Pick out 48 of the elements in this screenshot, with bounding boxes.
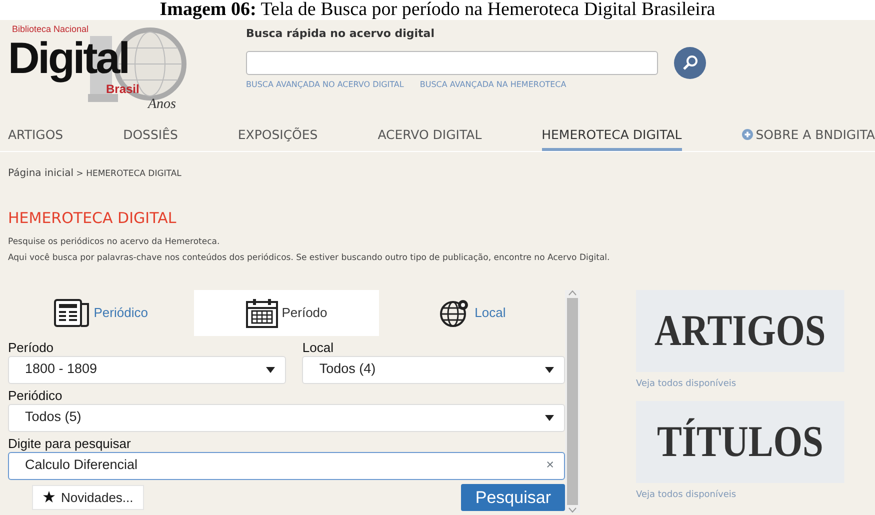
field-label: Periódico [8, 388, 64, 404]
logo-text: Brasil [106, 82, 140, 98]
nav-link[interactable]: SOBRE A BNDIGITA [742, 121, 875, 151]
caret-icon [545, 414, 554, 421]
nav-link[interactable]: EXPOSIÇÕES [238, 121, 318, 151]
field-label: Digite para pesquisar [8, 436, 132, 452]
dropdown-field[interactable]: Todos (4) [302, 356, 565, 384]
intro-text: Aqui você busca por palavras-chave nos conteúdos dos periódicos. Se estiver buscando outro tipo de publicação, encontre no Acervo Digital. [8, 252, 611, 264]
field-label: Período [8, 340, 55, 356]
search-label: Busca rápida no acervo digital [246, 26, 436, 42]
nav-link[interactable]: ACERVO DIGITAL [378, 121, 482, 151]
search-submit-button[interactable]: Pesquisar [461, 484, 565, 511]
newspaper-icon [54, 298, 90, 326]
clear-button[interactable]: × [546, 455, 554, 476]
nav-link[interactable]: DOSSIÊS [123, 121, 178, 151]
globe-icon [438, 298, 471, 328]
logo-text: Anos [148, 96, 176, 114]
search-button[interactable] [674, 46, 706, 78]
scroll-up-icon[interactable] [568, 290, 577, 296]
logo-text: Biblioteca Nacional [12, 24, 89, 35]
search-tab[interactable]: Local [379, 290, 566, 336]
search-input[interactable]: Calculo Diferencial × [8, 452, 565, 480]
search-tab[interactable]: Periódico [8, 290, 194, 336]
acervo-digital-link[interactable]: Acervo Digital [547, 252, 608, 262]
plus-icon [742, 129, 753, 140]
nav-link[interactable]: ARTIGOS [8, 121, 64, 151]
field-label: Local [302, 340, 334, 356]
dropdown-field[interactable]: 1800 - 1809 [8, 356, 286, 384]
search-tab[interactable]: Período [194, 290, 380, 336]
page-title: HEMEROTECA DIGITAL [8, 208, 178, 229]
banner-title[interactable]: ARTIGOS [636, 290, 844, 372]
nav-link[interactable]: HEMEROTECA DIGITAL [542, 121, 682, 151]
scrollbar[interactable] [565, 290, 580, 512]
caret-icon [545, 366, 554, 373]
scroll-down-icon[interactable] [568, 506, 577, 512]
calendar-icon [246, 298, 278, 328]
logo-text: Digital [8, 37, 128, 81]
news-button[interactable]: Novidades... [32, 484, 144, 510]
banner-title[interactable]: TÍTULOS [636, 401, 844, 483]
search-field[interactable] [246, 50, 658, 74]
search-icon [682, 54, 698, 70]
breadcrumb-link[interactable]: Página inicial [8, 168, 74, 179]
breadcrumb-trail: Página inicial > HEMEROTECA DIGITAL [8, 167, 182, 181]
dropdown-field[interactable]: Todos (5) [8, 404, 565, 432]
intro-text: Pesquise os periódicos no acervo da Hemeroteca. [8, 236, 221, 248]
figure-caption: Imagem 06: Tela de Busca por período na Hemeroteca Digital Brasileira [0, 0, 875, 20]
caret-icon [266, 366, 276, 373]
star-icon [43, 490, 55, 502]
